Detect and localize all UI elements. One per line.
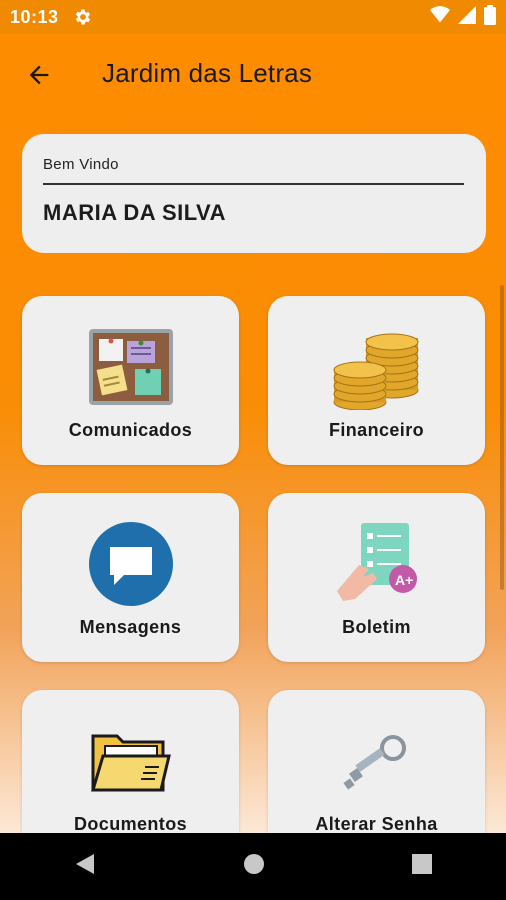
welcome-label: Bem Vindo bbox=[43, 156, 119, 173]
tile-financeiro[interactable]: Financeiro bbox=[268, 296, 485, 465]
folder-icon bbox=[83, 718, 179, 804]
key-icon bbox=[329, 718, 425, 804]
arrow-left-icon bbox=[29, 65, 49, 85]
tile-comunicados[interactable]: Comunicados bbox=[22, 296, 239, 465]
status-bar: 10:13 bbox=[0, 0, 506, 34]
page-title: Jardim das Letras bbox=[102, 58, 313, 88]
wifi-icon bbox=[430, 5, 450, 29]
system-nav-bar bbox=[0, 833, 506, 900]
welcome-card: Bem Vindo MARIA DA SILVA bbox=[22, 134, 486, 253]
user-name: MARIA DA SILVA bbox=[43, 200, 226, 225]
back-triangle-icon[interactable] bbox=[74, 852, 96, 881]
welcome-divider bbox=[43, 183, 464, 185]
signal-icon bbox=[458, 5, 476, 29]
chat-bubble-icon bbox=[83, 521, 179, 607]
svg-text:A+: A+ bbox=[395, 572, 413, 588]
tile-label: Mensagens bbox=[79, 617, 182, 637]
status-time: 10:13 bbox=[10, 6, 59, 27]
tile-label: Alterar Senha bbox=[315, 814, 438, 834]
battery-icon bbox=[484, 4, 496, 30]
bulletin-board-icon bbox=[83, 324, 179, 410]
tile-label: Financeiro bbox=[328, 420, 425, 440]
recents-square-icon[interactable] bbox=[412, 854, 433, 879]
app-bar: Jardim das Letras bbox=[0, 34, 506, 114]
gear-icon bbox=[73, 7, 93, 27]
tile-label: Boletim bbox=[342, 617, 411, 637]
scrollbar[interactable] bbox=[500, 285, 504, 590]
coins-icon bbox=[329, 324, 425, 410]
tile-label: Comunicados bbox=[68, 420, 193, 440]
report-card-icon: A+ bbox=[329, 521, 425, 607]
home-circle-icon[interactable] bbox=[243, 853, 265, 880]
tile-label: Documentos bbox=[73, 814, 187, 834]
tile-boletim[interactable]: A+ Boletim bbox=[268, 493, 485, 662]
tile-mensagens[interactable]: Mensagens bbox=[22, 493, 239, 662]
back-button[interactable] bbox=[22, 58, 56, 92]
